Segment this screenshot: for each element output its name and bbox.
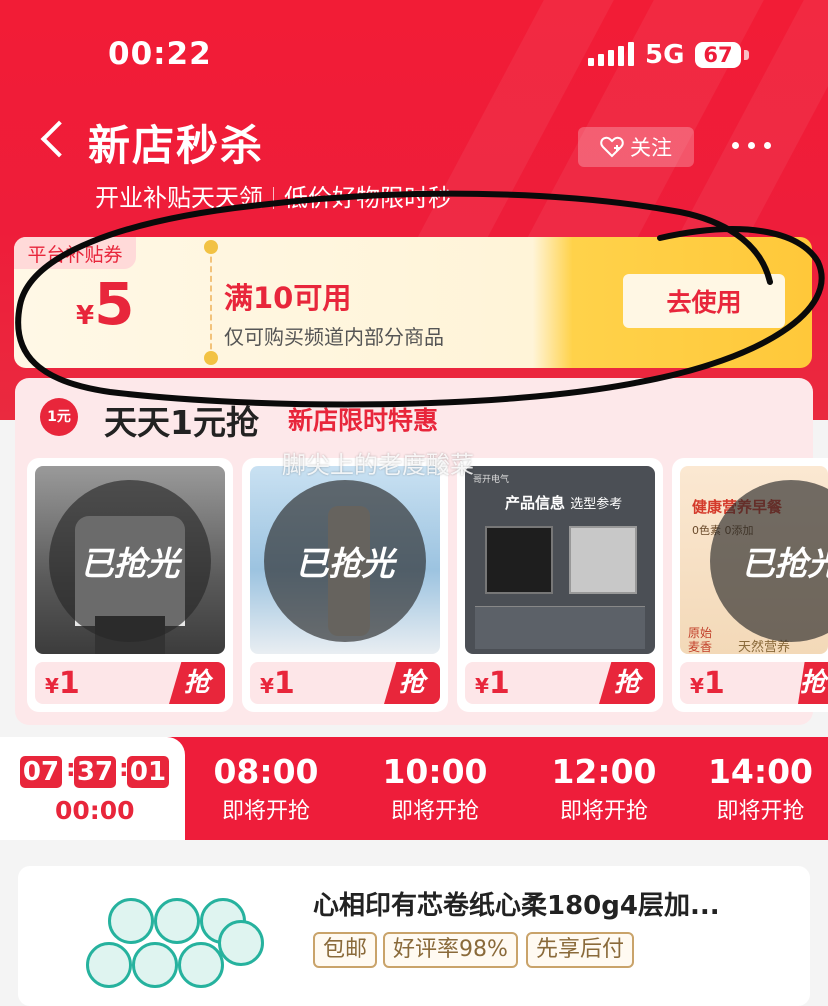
product-price: ¥1	[45, 666, 80, 701]
product-image: 哥开电气 产品信息 选型参考	[465, 466, 655, 654]
signal-icon	[588, 42, 634, 66]
tissue-roll-icon	[218, 920, 264, 966]
coupon-currency: ¥	[76, 301, 95, 331]
subtitle-left: 开业补贴天天领	[95, 184, 263, 212]
network-type: 5G	[645, 40, 685, 70]
subtitle-right: 低价好物限时秒	[284, 184, 452, 212]
time-slot[interactable]: 14:00 即将开抢	[693, 752, 828, 825]
coupon-description: 仅可购买频道内部分商品	[224, 325, 444, 349]
flash-product-card[interactable]: 已抢光 ¥1 抢	[27, 458, 233, 712]
slot-status: 即将开抢	[390, 799, 479, 824]
product-tag: 包邮	[313, 932, 378, 968]
tissue-roll-icon	[86, 942, 132, 988]
product-title[interactable]: 心相印有芯卷纸心柔180g4层加...	[313, 885, 720, 922]
product-image: 已抢光	[250, 466, 440, 654]
time-slot[interactable]: 08:00 即将开抢	[186, 752, 346, 825]
product-image: 已抢光	[35, 466, 225, 654]
coupon-condition: 满10可用	[224, 281, 352, 315]
product-tag: 好评率98%	[383, 932, 518, 968]
flash-product-card[interactable]: 健康营养早餐 0色素 0添加 原始麦香 天然营养 已抢光 ¥1 抢	[672, 458, 828, 712]
status-time: 00:22	[108, 36, 212, 72]
slot-time: 12:00	[551, 752, 657, 791]
product-price: ¥1	[475, 666, 510, 701]
coupon-notch-bottom	[204, 351, 218, 365]
use-coupon-button[interactable]: 去使用	[623, 274, 785, 328]
coupon-divider	[210, 247, 212, 359]
product-tag: 先享后付	[526, 932, 635, 968]
product-image: 健康营养早餐 0色素 0添加 原始麦香 天然营养 已抢光	[680, 466, 828, 654]
time-slot[interactable]: 12:00 即将开抢	[524, 752, 684, 825]
follow-button[interactable]: 关注	[578, 127, 694, 167]
grab-button[interactable]: 抢	[798, 662, 828, 704]
slot-status: 即将开抢	[559, 799, 648, 824]
heart-plus-icon	[600, 136, 624, 158]
tissue-roll-icon	[132, 942, 178, 988]
sold-out-label: 已抢光	[264, 480, 426, 642]
slot-status: 即将开抢	[716, 799, 805, 824]
flash-subtitle: 新店限时特惠	[288, 406, 439, 435]
flash-product-card[interactable]: 哥开电气 产品信息 选型参考 ¥1 抢	[457, 458, 663, 712]
page-title: 新店秒杀	[88, 121, 265, 170]
coupon-value: 5	[94, 270, 135, 338]
product-info-heading: 产品信息 选型参考	[505, 494, 623, 512]
flash-product-card[interactable]: 已抢光 ¥1 抢	[242, 458, 448, 712]
battery-tip	[744, 50, 749, 60]
slot-time: 08:00	[213, 752, 319, 791]
grab-button[interactable]: 抢	[384, 662, 440, 704]
coupon-tag: 平台补贴券	[14, 237, 136, 269]
flash-title: 天天1元抢	[104, 403, 259, 442]
product-price-bar: ¥1 抢	[465, 662, 655, 704]
product-brand: 哥开电气	[473, 475, 510, 485]
product-image-tissue	[78, 890, 268, 990]
one-yuan-badge-icon: 1元	[40, 398, 78, 436]
tissue-roll-icon	[178, 942, 224, 988]
product-price: ¥1	[260, 666, 295, 701]
active-slot-time: 00:00	[55, 796, 135, 825]
grab-button[interactable]: 抢	[169, 662, 225, 704]
watermark-text: 脚尖上的老度酸菜	[282, 451, 474, 479]
countdown-seconds: 01	[127, 756, 169, 788]
product-price-bar: ¥1 抢	[35, 662, 225, 704]
countdown-hours: 07	[20, 756, 62, 788]
socket-back-icon	[569, 526, 637, 594]
slot-status: 即将开抢	[221, 799, 310, 824]
socket-panel-icon	[485, 526, 553, 594]
page-subtitle: 开业补贴天天领 低价好物限时秒	[95, 178, 452, 213]
battery-icon: 67	[695, 42, 741, 68]
product-price: ¥1	[690, 666, 725, 701]
slot-time: 14:00	[707, 752, 814, 791]
countdown-minutes: 37	[74, 756, 116, 788]
sold-out-label: 已抢光	[49, 480, 211, 642]
more-menu-icon[interactable]	[732, 142, 771, 149]
product-flavor-tag: 原始麦香	[688, 626, 713, 654]
tissue-roll-icon	[108, 898, 154, 944]
coupon-amount: ¥5	[76, 270, 134, 338]
slot-time: 10:00	[382, 752, 488, 791]
product-price-bar: ¥1 抢	[250, 662, 440, 704]
grab-button[interactable]: 抢	[599, 662, 655, 704]
product-price-bar: ¥1 抢	[680, 662, 828, 704]
follow-label: 关注	[630, 136, 672, 160]
tissue-roll-icon	[154, 898, 200, 944]
time-slot[interactable]: 10:00 即将开抢	[355, 752, 515, 825]
coupon-notch-top	[204, 240, 218, 254]
